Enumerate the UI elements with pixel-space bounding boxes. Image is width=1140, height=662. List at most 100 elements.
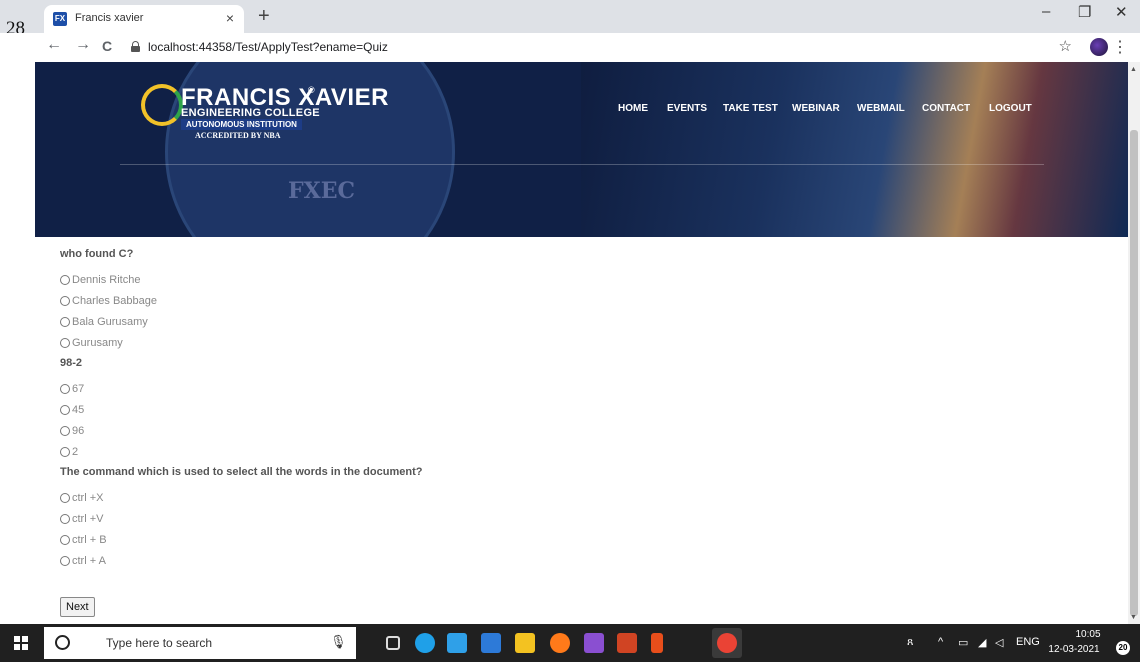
nav-webmail[interactable]: WEBMAIL bbox=[857, 103, 922, 114]
answer-option[interactable]: 96 bbox=[60, 420, 1110, 441]
radio-button[interactable] bbox=[60, 425, 70, 436]
powerpoint-icon[interactable] bbox=[617, 633, 637, 653]
option-label: ctrl +V bbox=[72, 512, 104, 525]
radio-button[interactable] bbox=[60, 404, 70, 415]
scroll-down-icon[interactable]: ▼ bbox=[1130, 614, 1137, 621]
chrome-icon[interactable] bbox=[717, 633, 737, 653]
scroll-up-icon[interactable]: ▲ bbox=[1130, 66, 1137, 73]
edge-icon[interactable] bbox=[415, 633, 435, 653]
answer-option[interactable]: Gurusamy bbox=[60, 332, 1110, 353]
option-label: 2 bbox=[72, 445, 79, 458]
favicon-icon: FX bbox=[53, 12, 67, 26]
option-label: Dennis Ritche bbox=[72, 273, 141, 286]
answer-option[interactable]: 67 bbox=[60, 378, 1110, 399]
restore-button[interactable]: ❐ bbox=[1078, 3, 1091, 21]
close-window-button[interactable]: ✕ bbox=[1115, 3, 1128, 21]
header-banner: FXEC FRANCIS XAVIER ® ENGINEERING COLLEG… bbox=[35, 62, 1128, 237]
clock-date[interactable]: 12-03-2021 bbox=[1045, 644, 1103, 655]
tray-chevron-icon[interactable]: ^ bbox=[938, 636, 943, 648]
radio-button[interactable] bbox=[60, 492, 70, 503]
registered-mark: ® bbox=[308, 85, 315, 95]
radio-button[interactable] bbox=[60, 274, 70, 285]
question-text: who found C? bbox=[60, 248, 134, 260]
menu-dots-icon[interactable]: ⋮ bbox=[1112, 37, 1128, 57]
answer-option[interactable]: ctrl +V bbox=[60, 508, 1110, 529]
taskbar-search[interactable]: Type here to search 🎙 bbox=[44, 627, 356, 659]
back-arrow-icon[interactable]: ← bbox=[46, 36, 62, 54]
question-block: who found C? Dennis Ritche Charles Babba… bbox=[60, 244, 1110, 353]
minimize-button[interactable]: – bbox=[1042, 3, 1050, 20]
nav-contact[interactable]: CONTACT bbox=[922, 103, 989, 114]
mail-icon[interactable] bbox=[481, 633, 501, 653]
radio-button[interactable] bbox=[60, 555, 70, 566]
logo-swoosh-icon bbox=[141, 84, 183, 126]
scroll-thumb[interactable] bbox=[1130, 130, 1138, 616]
close-tab-icon[interactable]: × bbox=[226, 10, 234, 26]
notification-badge: 20 bbox=[1116, 641, 1130, 655]
option-label: 45 bbox=[72, 403, 85, 416]
answer-option[interactable]: Charles Babbage bbox=[60, 290, 1110, 311]
windows-taskbar: Type here to search 🎙 ጸ ^ ▭ ◢ ◁ ENG 10:0… bbox=[0, 624, 1140, 662]
answer-option[interactable]: ctrl + A bbox=[60, 550, 1110, 571]
next-button[interactable]: Next bbox=[60, 597, 95, 617]
radio-button[interactable] bbox=[60, 513, 70, 524]
radio-button[interactable] bbox=[60, 534, 70, 545]
radio-button[interactable] bbox=[60, 295, 70, 306]
clock-time[interactable]: 10:05 bbox=[1063, 629, 1113, 640]
question-block: 98-2 67 45 96 2 bbox=[60, 353, 1110, 462]
address-bar[interactable]: localhost:44358/Test/ApplyTest?ename=Qui… bbox=[148, 40, 388, 54]
option-label: Bala Gurusamy bbox=[72, 315, 148, 328]
new-tab-button[interactable]: + bbox=[258, 5, 270, 28]
page-scrollbar[interactable]: ▲ ▼ bbox=[1128, 62, 1140, 624]
answer-option[interactable]: ctrl + B bbox=[60, 529, 1110, 550]
people-icon[interactable]: ጸ bbox=[907, 636, 913, 649]
answer-option[interactable]: 2 bbox=[60, 441, 1110, 462]
nav-logout[interactable]: LOGOUT bbox=[989, 103, 1032, 114]
battery-icon[interactable]: ▭ bbox=[958, 636, 968, 649]
answer-option[interactable]: 45 bbox=[60, 399, 1110, 420]
nav-events[interactable]: EVENTS bbox=[667, 103, 723, 114]
visual-studio-icon[interactable] bbox=[584, 633, 604, 653]
browser-chrome: 28 FX Francis xavier × + – ❐ ✕ ← → C loc… bbox=[0, 0, 1140, 62]
windows-start-icon[interactable] bbox=[14, 636, 28, 650]
answer-option[interactable]: ctrl +X bbox=[60, 487, 1110, 508]
question-text: 98-2 bbox=[60, 357, 83, 369]
answer-option[interactable]: Bala Gurusamy bbox=[60, 311, 1110, 332]
screen: 28 FX Francis xavier × + – ❐ ✕ ← → C loc… bbox=[0, 0, 1140, 662]
answer-option[interactable]: Dennis Ritche bbox=[60, 269, 1110, 290]
microphone-icon[interactable]: 🎙 bbox=[330, 634, 347, 650]
banner-photo bbox=[581, 62, 1128, 237]
radio-button[interactable] bbox=[60, 383, 70, 394]
logo-autonomous: AUTONOMOUS INSTITUTION bbox=[181, 119, 302, 130]
task-view-icon[interactable] bbox=[386, 636, 400, 650]
bookmark-star-icon[interactable]: ☆ bbox=[1059, 37, 1072, 55]
option-label: ctrl + A bbox=[72, 554, 106, 567]
nav-take-test[interactable]: TAKE TEST bbox=[723, 103, 792, 114]
reload-icon[interactable]: C bbox=[102, 38, 112, 54]
radio-button[interactable] bbox=[60, 446, 70, 457]
option-label: Charles Babbage bbox=[72, 294, 158, 307]
radio-button[interactable] bbox=[60, 316, 70, 327]
network-icon[interactable]: ◢ bbox=[978, 636, 986, 649]
option-label: Gurusamy bbox=[72, 336, 123, 349]
forward-arrow-icon[interactable]: → bbox=[75, 36, 91, 54]
question-block: The command which is used to select all … bbox=[60, 462, 1110, 571]
cortana-icon bbox=[55, 635, 70, 650]
file-explorer-icon[interactable] bbox=[515, 633, 535, 653]
option-label: ctrl +X bbox=[72, 491, 104, 504]
volume-icon[interactable]: ◁ bbox=[995, 636, 1003, 649]
nav-webinar[interactable]: WEBINAR bbox=[792, 103, 857, 114]
nav-home[interactable]: HOME bbox=[618, 103, 667, 114]
lock-icon bbox=[131, 41, 140, 52]
option-label: ctrl + B bbox=[72, 533, 107, 546]
radio-button[interactable] bbox=[60, 337, 70, 348]
store-icon[interactable] bbox=[447, 633, 467, 653]
tab-title: Francis xavier bbox=[75, 12, 144, 24]
firefox-icon[interactable] bbox=[550, 633, 570, 653]
profile-avatar[interactable] bbox=[1090, 38, 1108, 56]
browser-tab[interactable]: FX Francis xavier × bbox=[44, 5, 244, 33]
option-label: 96 bbox=[72, 424, 85, 437]
app-icon[interactable] bbox=[651, 633, 663, 653]
language-indicator[interactable]: ENG bbox=[1016, 636, 1040, 648]
question-text: The command which is used to select all … bbox=[60, 466, 423, 478]
